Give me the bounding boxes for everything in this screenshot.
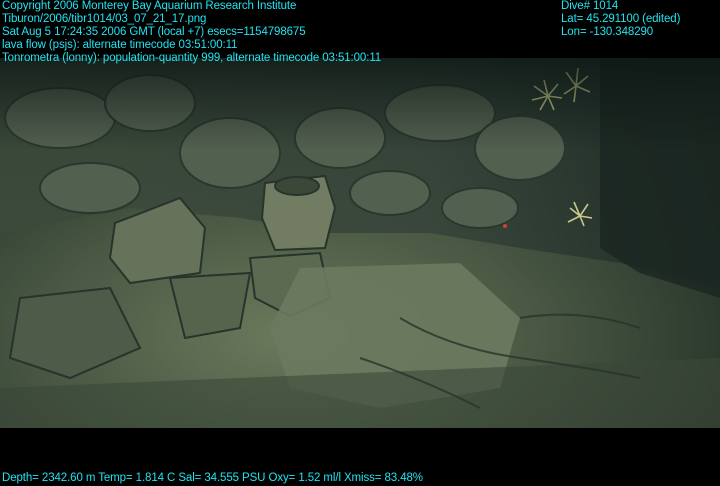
copyright-line: Copyright 2006 Monterey Bay Aquarium Res… bbox=[2, 0, 297, 12]
file-path-line: Tiburon/2006/tibr1014/03_07_21_17.png bbox=[2, 13, 207, 25]
longitude: Lon= -130.348290 bbox=[561, 26, 654, 38]
caption-left: Copyright 2006 Monterey Bay Aquarium Res… bbox=[2, 0, 381, 65]
datetime-line: Sat Aug 5 17:24:35 2006 GMT (local +7) e… bbox=[2, 26, 306, 38]
caption-right: Dive# 1014 Lat= 45.291100 (edited) Lon= … bbox=[561, 0, 680, 39]
tonrometra-line: Tonrometra (lonny): population-quantity … bbox=[2, 52, 382, 64]
sensor-readout: Depth= 2342.60 m Temp= 1.814 C Sal= 34.5… bbox=[2, 472, 423, 485]
video-frame: Copyright 2006 Monterey Bay Aquarium Res… bbox=[0, 0, 720, 486]
dive-number: Dive# 1014 bbox=[561, 0, 619, 12]
seafloor-image bbox=[0, 58, 720, 428]
latitude: Lat= 45.291100 (edited) bbox=[561, 13, 681, 25]
lava-flow-line: lava flow (psjs): alternate timecode 03:… bbox=[2, 39, 238, 51]
sensor-line: Depth= 2342.60 m Temp= 1.814 C Sal= 34.5… bbox=[2, 472, 423, 484]
